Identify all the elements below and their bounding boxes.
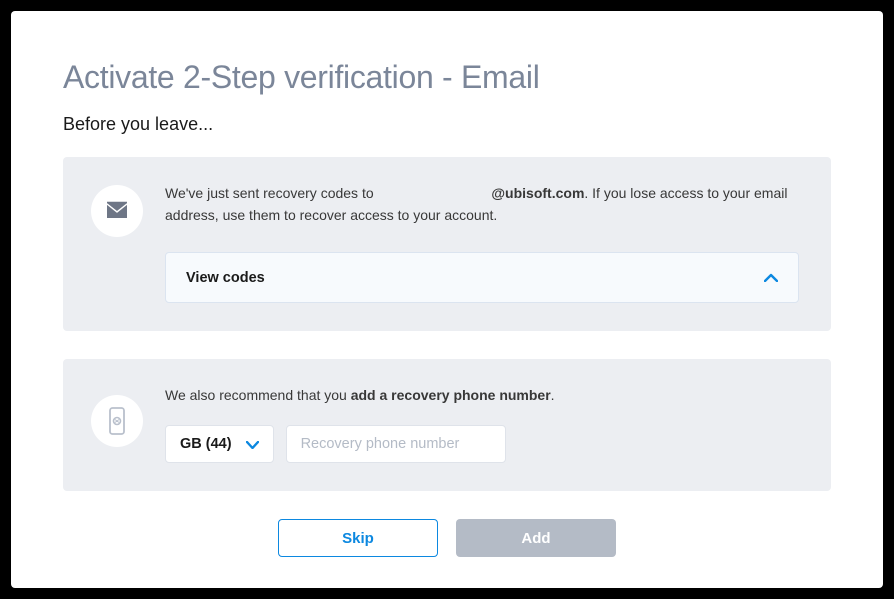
recovery-phone-panel: We also recommend that you add a recover… bbox=[63, 359, 831, 491]
recovery-codes-panel: We've just sent recovery codes to @ubiso… bbox=[63, 157, 831, 331]
chevron-up-icon bbox=[764, 269, 778, 286]
phone-controls-row: GB (44) bbox=[165, 425, 799, 463]
view-codes-toggle[interactable]: View codes bbox=[165, 252, 799, 303]
view-codes-label: View codes bbox=[186, 270, 265, 286]
mail-icon bbox=[91, 185, 143, 237]
modal-subtitle: Before you leave... bbox=[63, 114, 831, 135]
country-code-label: GB (44) bbox=[180, 436, 232, 452]
chevron-down-icon bbox=[246, 437, 259, 452]
email-domain: @ubisoft.com bbox=[491, 185, 584, 201]
text-fragment: We also recommend that you bbox=[165, 387, 351, 403]
recovery-phone-text: We also recommend that you add a recover… bbox=[165, 385, 799, 407]
text-fragment: We've just sent recovery codes to bbox=[165, 185, 378, 201]
country-code-select[interactable]: GB (44) bbox=[165, 425, 274, 463]
recovery-codes-body: We've just sent recovery codes to @ubiso… bbox=[165, 183, 799, 303]
two-step-email-modal: Activate 2-Step verification - Email Bef… bbox=[11, 11, 883, 588]
text-fragment: . bbox=[551, 387, 555, 403]
recovery-phone-body: We also recommend that you add a recover… bbox=[165, 385, 799, 463]
text-fragment-bold: add a recovery phone number bbox=[351, 387, 551, 403]
button-row: Skip Add bbox=[63, 519, 831, 557]
modal-title: Activate 2-Step verification - Email bbox=[63, 59, 831, 96]
phone-icon bbox=[91, 395, 143, 447]
add-button[interactable]: Add bbox=[456, 519, 616, 557]
skip-button[interactable]: Skip bbox=[278, 519, 438, 557]
recovery-phone-input[interactable] bbox=[286, 425, 506, 463]
recovery-codes-text: We've just sent recovery codes to @ubiso… bbox=[165, 183, 799, 226]
